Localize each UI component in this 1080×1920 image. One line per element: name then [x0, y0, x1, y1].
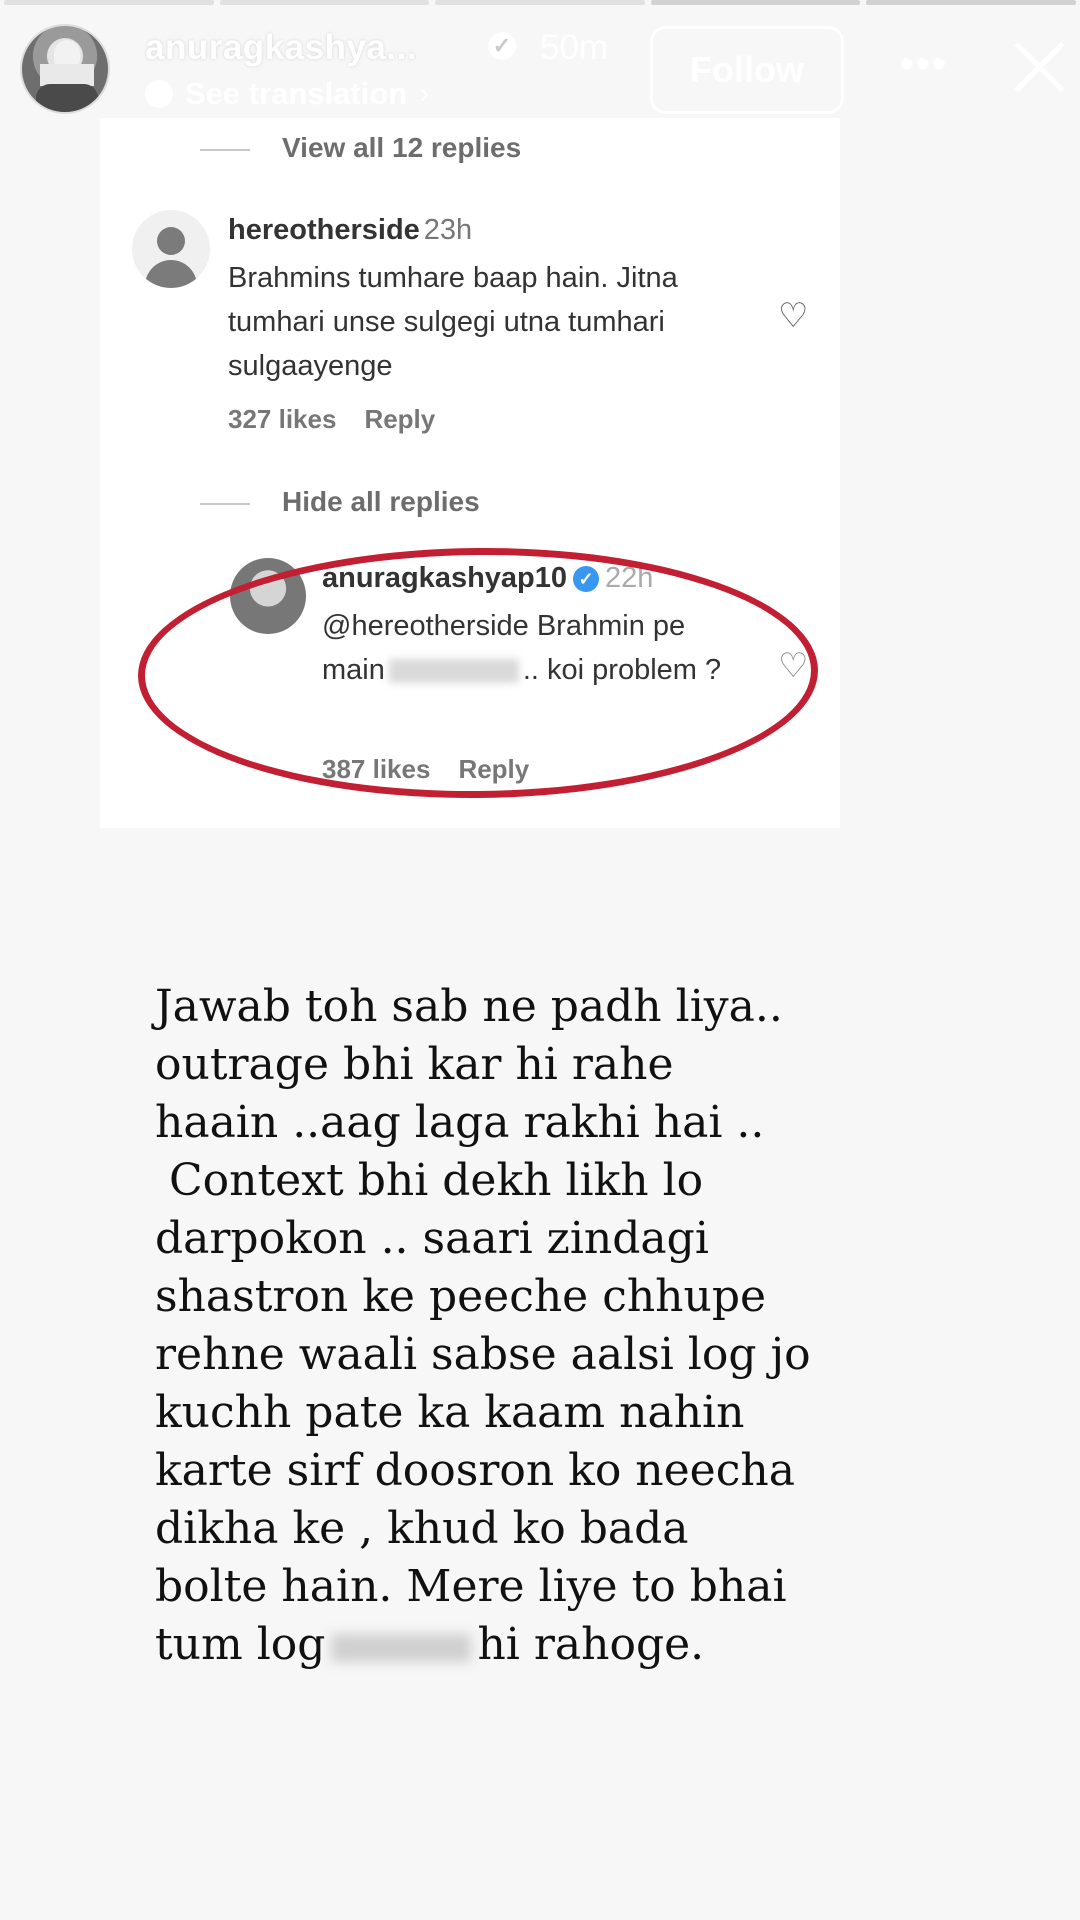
follow-button[interactable]: Follow — [650, 26, 844, 114]
translate-icon — [145, 80, 173, 108]
story-caption-main: Jawab toh sab ne padh liya.. outrage bhi… — [155, 981, 811, 1670]
comment-meta: 327 likes Reply — [228, 404, 435, 435]
divider — [200, 502, 250, 505]
comment-text: Brahmins tumhare baap hain. Jitna tumhar… — [228, 262, 678, 382]
commenter-avatar — [132, 210, 210, 288]
close-icon[interactable] — [1010, 38, 1070, 98]
verified-icon: ✓ — [488, 32, 516, 60]
story-header: anuragkashya... ✓ 50m See translation › … — [0, 0, 1080, 130]
view-all-replies: View all 12 replies — [200, 132, 521, 164]
comment-time: 23h — [423, 214, 473, 246]
hide-all-replies: Hide all replies — [200, 486, 480, 518]
divider — [200, 148, 250, 151]
story-caption: Jawab toh sab ne padh liya.. outrage bhi… — [155, 978, 915, 1674]
view-all-label: View all 12 replies — [282, 132, 522, 163]
avatar-people — [36, 84, 98, 112]
commenter-username: hereotherside — [228, 214, 420, 246]
hide-all-label: Hide all replies — [282, 486, 480, 517]
commenter-name: hereotherside 23h — [228, 214, 472, 247]
post-time: 50m — [540, 28, 609, 67]
chevron-right-icon: › — [419, 77, 430, 110]
avatar-dome — [54, 40, 80, 66]
more-options-icon[interactable]: ••• — [900, 42, 948, 87]
see-translation-label: See translation — [185, 76, 408, 111]
see-translation-link[interactable]: See translation › — [145, 76, 429, 112]
comment-reply: Reply — [364, 404, 436, 434]
comment-likes: 327 likes — [228, 404, 337, 434]
avatar[interactable] — [20, 24, 110, 114]
username[interactable]: anuragkashya... — [145, 28, 417, 68]
avatar-building — [40, 64, 94, 86]
comment-screenshot: View all 12 replies hereotherside 23h Bra… — [100, 118, 840, 828]
blurred-word — [331, 1633, 472, 1662]
heart-icon: ♡ — [778, 297, 809, 335]
story-caption-end: hi rahoge. — [477, 1619, 705, 1670]
